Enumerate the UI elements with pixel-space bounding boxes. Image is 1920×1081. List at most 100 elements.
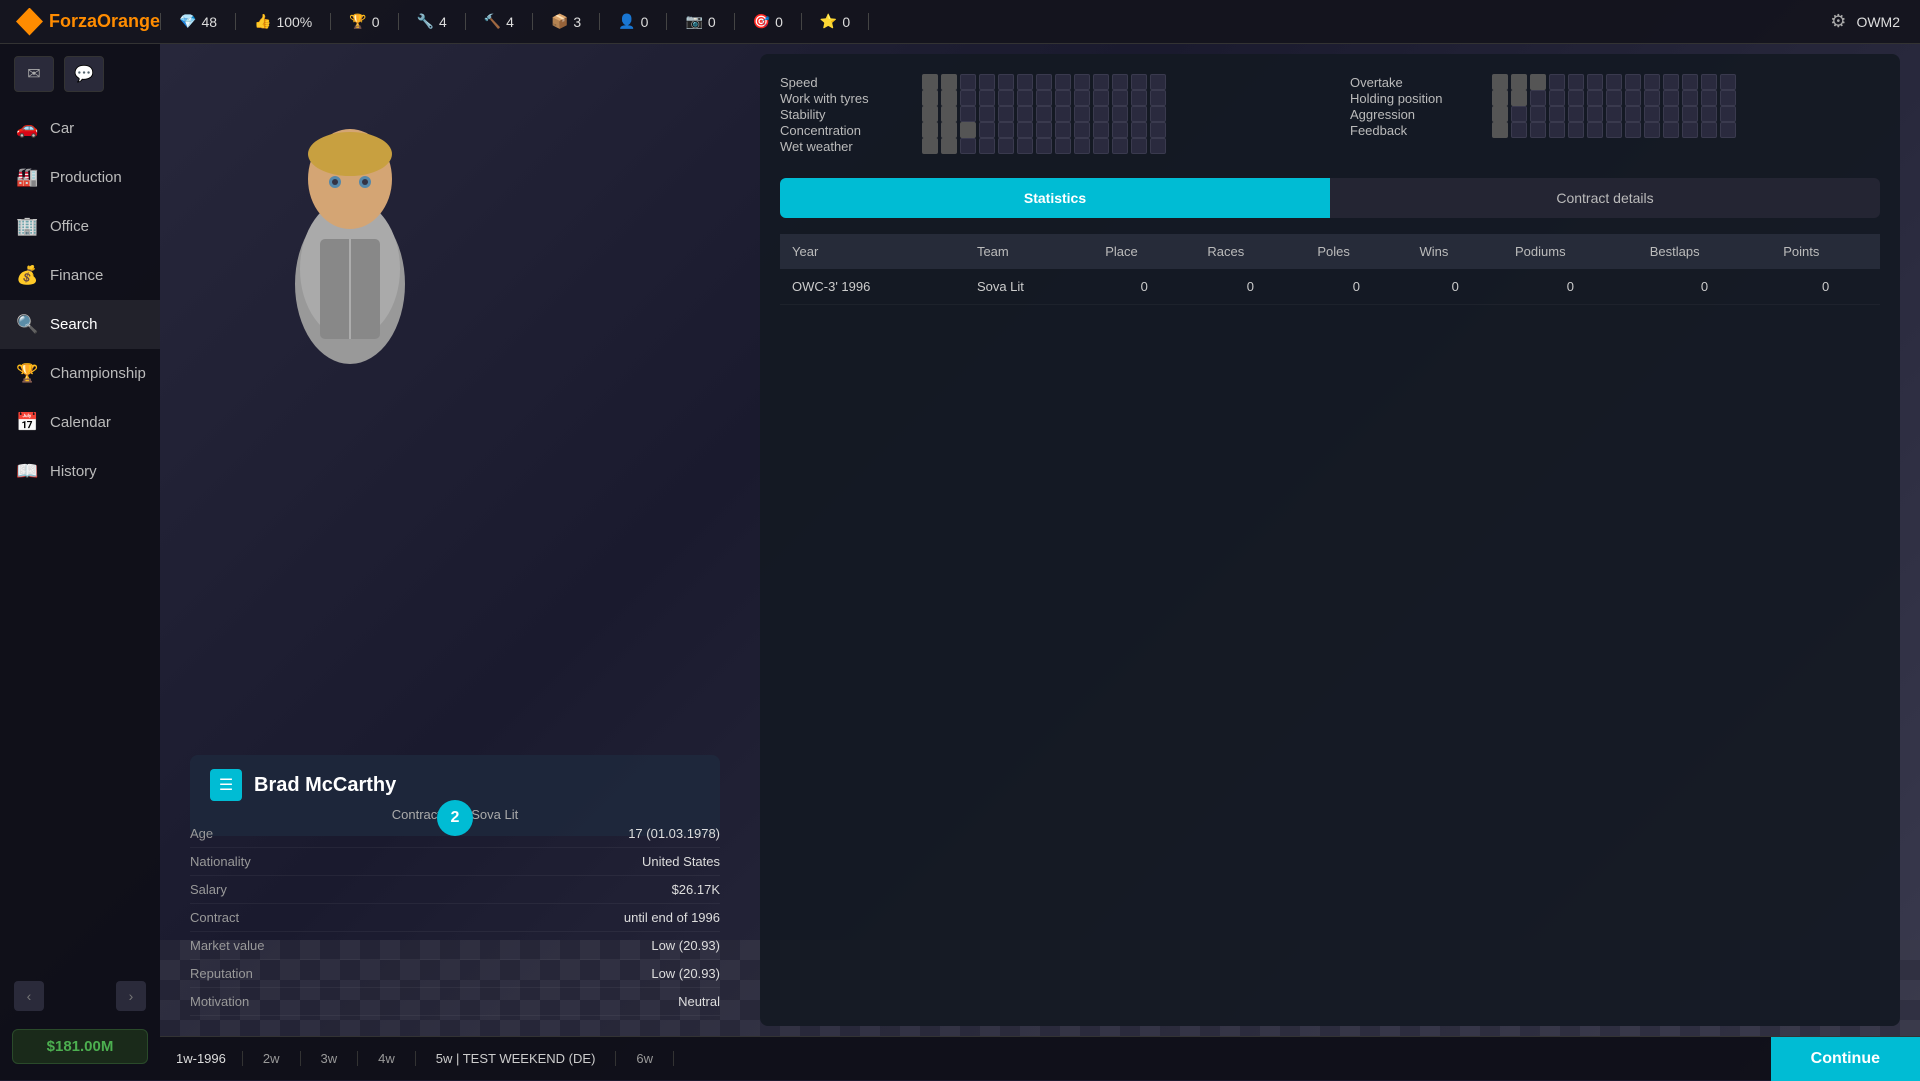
skill-bar-empty [1131, 90, 1147, 106]
skill-bar-empty [1530, 122, 1546, 138]
market-label: Market value [190, 938, 264, 953]
skill-bar-empty [1093, 106, 1109, 122]
star-value: 0 [842, 14, 850, 30]
sidebar-nav: 🚗Car🏭Production🏢Office💰Finance🔍Search🏆Ch… [0, 104, 160, 971]
skill-bar-empty [1055, 74, 1071, 90]
skill-bar-empty [1112, 90, 1128, 106]
skill-bar-empty [1074, 90, 1090, 106]
username-label: OWM2 [1856, 14, 1900, 30]
skill-bar-empty [1568, 106, 1584, 122]
logo-text: ForzaOrange [49, 11, 160, 32]
sidebar-item-search[interactable]: 🔍Search [0, 300, 160, 349]
reputation-label: Reputation [190, 966, 253, 981]
skill-bar-empty [979, 74, 995, 90]
sidebar-item-history[interactable]: 📖History [0, 447, 160, 496]
skill-bar-empty [1587, 122, 1603, 138]
skill-bar-empty [1625, 74, 1641, 90]
reputation-value: Low (20.93) [651, 966, 720, 981]
skill-bar-empty [979, 138, 995, 154]
col-header-wins: Wins [1407, 234, 1503, 269]
skill-bar-empty [1036, 74, 1052, 90]
arrow-left[interactable]: ‹ [14, 981, 44, 1011]
col-header-points: Points [1771, 234, 1880, 269]
skill-bar-empty [1074, 138, 1090, 154]
tab-contract-details[interactable]: Contract details [1330, 178, 1880, 218]
table-cell-podiums: 0 [1503, 269, 1638, 305]
camera-icon: 📷 [685, 13, 702, 30]
skill-bar-empty [1017, 90, 1033, 106]
driver-number-badge: 2 [437, 800, 473, 836]
skill-bar-empty [1131, 106, 1147, 122]
table-cell-races: 0 [1195, 269, 1305, 305]
skill-bar-empty [1511, 106, 1527, 122]
skill-bar-empty [998, 106, 1014, 122]
sidebar-item-office[interactable]: 🏢Office [0, 202, 160, 251]
skill-bar-empty [1036, 106, 1052, 122]
age-value: 17 (01.03.1978) [628, 826, 720, 841]
topbar: ForzaOrange 💎48👍100%🏆0🔧4🔨4📦3👤0📷0🎯0⭐0 ⚙ O… [0, 0, 1920, 44]
topbar-stat-trophies: 🏆0 [331, 13, 398, 30]
sidebar-item-car[interactable]: 🚗Car [0, 104, 160, 153]
detail-row-nationality: Nationality United States [190, 848, 720, 876]
settings-icon[interactable]: ⚙ [1830, 11, 1846, 32]
skill-bar-empty [1625, 106, 1641, 122]
finance-nav-label: Finance [50, 267, 103, 284]
driver-avatar [240, 74, 460, 414]
timeline-current-week: 1w-1996 [160, 1051, 243, 1066]
timeline-week-4w[interactable]: 4w [358, 1051, 416, 1066]
diamonds-icon: 💎 [179, 13, 196, 30]
skill-bar-empty [1131, 138, 1147, 154]
target-icon: 🎯 [753, 13, 770, 30]
skill-row-work-with-tyres: Work with tyres [780, 90, 1310, 106]
timeline-week-3w[interactable]: 3w [301, 1051, 359, 1066]
logo-icon [16, 8, 43, 36]
skill-bar-empty [1644, 90, 1660, 106]
skill-label: Speed [780, 75, 910, 90]
sidebar-item-finance[interactable]: 💰Finance [0, 251, 160, 300]
salary-label: Salary [190, 882, 227, 897]
salary-value: $26.17K [672, 882, 720, 897]
driver-number: 2 [451, 809, 460, 827]
skill-bar-empty [1606, 90, 1622, 106]
continue-button[interactable]: Continue [1771, 1037, 1920, 1081]
skill-bar-empty [1150, 138, 1166, 154]
skill-bar-empty [1682, 74, 1698, 90]
chat-button[interactable]: 💬 [64, 56, 104, 92]
table-cell-bestlaps: 0 [1638, 269, 1771, 305]
arrow-right[interactable]: › [116, 981, 146, 1011]
trophies-icon: 🏆 [349, 13, 366, 30]
skill-bar-empty [1511, 122, 1527, 138]
skill-bar-filled [922, 106, 938, 122]
skill-bar-empty [979, 122, 995, 138]
car-nav-label: Car [50, 120, 74, 137]
skill-bar-empty [1055, 138, 1071, 154]
detail-row-contract: Contract until end of 1996 [190, 904, 720, 932]
skill-bar-filled [941, 106, 957, 122]
mail-button[interactable]: ✉ [14, 56, 54, 92]
skill-bar-filled [922, 74, 938, 90]
skill-bar-empty [1530, 106, 1546, 122]
skill-bar-filled [960, 122, 976, 138]
skill-row-wet-weather: Wet weather [780, 138, 1310, 154]
calendar-nav-label: Calendar [50, 414, 111, 431]
table-cell-team: Sova Lit [965, 269, 1093, 305]
skill-bar-empty [1112, 122, 1128, 138]
sidebar-item-calendar[interactable]: 📅Calendar [0, 398, 160, 447]
sidebar-item-production[interactable]: 🏭Production [0, 153, 160, 202]
topbar-stat-mechanics: 🔧4 [399, 13, 466, 30]
topbar-right: ⚙ OWM2 [1830, 11, 1920, 32]
topbar-stat-tools: 🔨4 [466, 13, 533, 30]
skill-bar-empty [1701, 106, 1717, 122]
sidebar-item-championship[interactable]: 🏆Championship [0, 349, 160, 398]
skill-bar-empty [1074, 106, 1090, 122]
timeline-week-6w[interactable]: 6w [616, 1051, 674, 1066]
timeline-week-2w[interactable]: 2w [243, 1051, 301, 1066]
diamonds-value: 48 [201, 14, 217, 30]
balance-display[interactable]: $181.00M [12, 1029, 148, 1064]
tab-statistics[interactable]: Statistics [780, 178, 1330, 218]
skill-bar-empty [1150, 106, 1166, 122]
skill-label: Overtake [1350, 75, 1480, 90]
skill-bar-empty [1017, 122, 1033, 138]
skill-bar-empty [1055, 90, 1071, 106]
timeline-event: 5w | TEST WEEKEND (DE) [416, 1051, 617, 1066]
